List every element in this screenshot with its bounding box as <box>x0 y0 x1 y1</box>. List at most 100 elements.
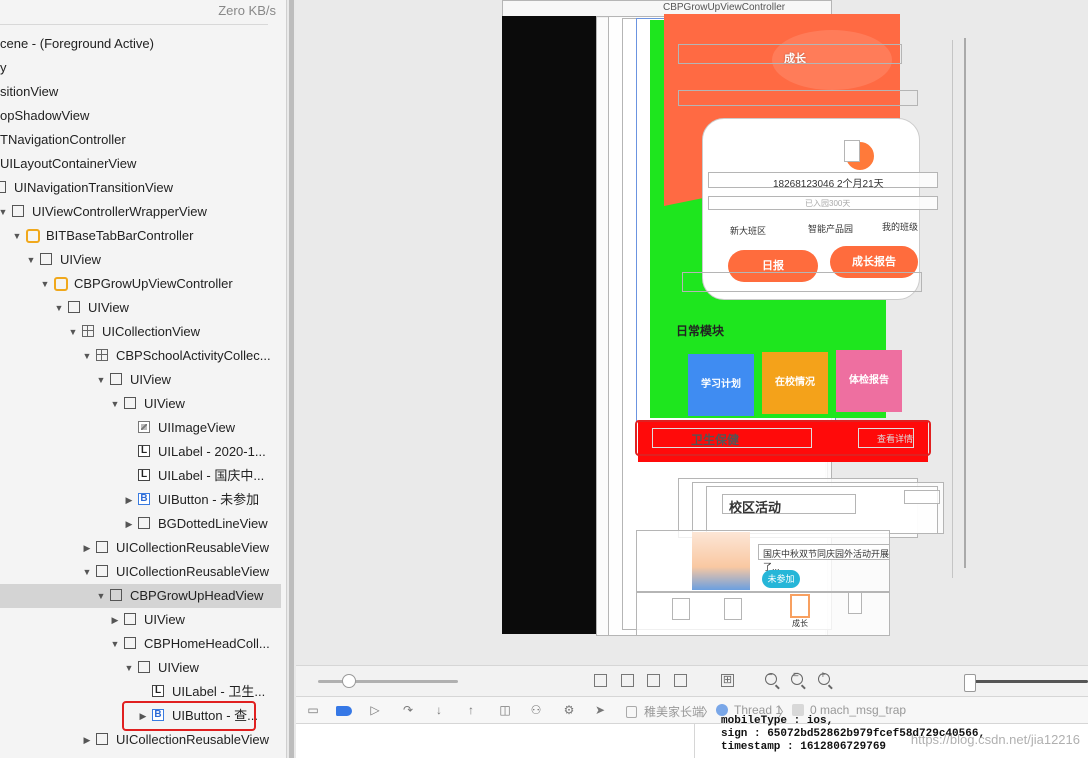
hierarchy-row[interactable]: UINavigationTransitionView <box>0 176 286 200</box>
hierarchy-row[interactable]: opShadowView <box>0 104 286 128</box>
environment-overrides-icon[interactable]: ⚙ <box>562 703 576 717</box>
hierarchy-row-label: UIView <box>130 372 171 387</box>
hierarchy-row[interactable]: ▼ UIView <box>0 392 286 416</box>
disclosure-expanded-icon[interactable]: ▼ <box>12 224 22 248</box>
hierarchy-row[interactable]: ▼ CBPHomeHeadColl... <box>0 632 286 656</box>
view-icon <box>96 565 108 577</box>
tab-icon-frame[interactable] <box>848 592 862 614</box>
zoom-actual-icon[interactable]: = <box>791 670 803 685</box>
tile-school-status[interactable]: 在校情况 <box>762 352 828 414</box>
view-debugger-canvas[interactable]: CBPGrowUpViewController 成长 18268123046 2… <box>296 0 1088 665</box>
hierarchy-row[interactable]: ▼ UIView <box>0 248 286 272</box>
zoom-in-icon[interactable]: + <box>818 670 830 685</box>
hierarchy-row[interactable]: ▼ CBPSchoolActivityCollec... <box>0 344 286 368</box>
hierarchy-row[interactable]: UILayoutContainerView <box>0 152 286 176</box>
activity-status-button[interactable]: 未参加 <box>762 570 800 588</box>
show-constraints-icon[interactable] <box>621 674 634 687</box>
view-icon <box>110 373 122 385</box>
disclosure-expanded-icon[interactable]: ▼ <box>0 200 8 224</box>
hierarchy-row[interactable]: ▼ CBPGrowUpViewController <box>0 272 286 296</box>
hierarchy-row[interactable]: ▼ UIView <box>0 656 286 680</box>
hide-debug-area-icon[interactable]: ▭ <box>306 703 320 717</box>
hierarchy-row[interactable]: L UILabel - 国庆中... <box>0 464 286 488</box>
location-icon[interactable]: ➤ <box>593 703 607 717</box>
hierarchy-row[interactable]: ▼ UICollectionReusableView <box>0 560 286 584</box>
view-icon <box>68 301 80 313</box>
disclosure-expanded-icon[interactable]: ▼ <box>110 392 120 416</box>
continue-icon[interactable]: ▷ <box>368 703 382 717</box>
spacing-slider-track[interactable] <box>318 680 458 683</box>
disclosure-expanded-icon[interactable]: ▼ <box>110 632 120 656</box>
divider <box>0 24 268 25</box>
hierarchy-row[interactable]: ▼ UIView <box>0 368 286 392</box>
disclosure-expanded-icon[interactable]: ▼ <box>96 368 106 392</box>
step-over-icon[interactable]: ↷ <box>401 703 415 717</box>
tag-label: 智能产品园 <box>808 224 854 234</box>
tab-icon-growth[interactable] <box>790 594 810 618</box>
hierarchy-row-label: CBPGrowUpHeadView <box>130 588 264 603</box>
spacing-slider-knob[interactable] <box>342 674 356 688</box>
range-slider-track[interactable] <box>970 680 1088 683</box>
breakpoints-toggle-icon[interactable] <box>336 706 352 716</box>
zoom-out-icon[interactable]: − <box>765 670 777 685</box>
disclosure-collapsed-icon[interactable]: ▶ <box>110 608 120 632</box>
step-out-icon[interactable]: ↑ <box>464 703 478 717</box>
memory-graph-icon[interactable]: ⚇ <box>529 703 543 717</box>
hierarchy-row[interactable]: TNavigationController <box>0 128 286 152</box>
hierarchy-row[interactable]: ▶ B UIButton - 未参加 <box>0 488 286 512</box>
clip-content-icon[interactable] <box>594 674 607 687</box>
hierarchy-row[interactable]: ▼ UICollectionView <box>0 320 286 344</box>
range-slider-handle[interactable] <box>964 674 976 692</box>
disclosure-collapsed-icon[interactable]: ▶ <box>82 728 92 752</box>
disclosure-collapsed-icon[interactable]: ▶ <box>124 512 134 536</box>
disclosure-collapsed-icon[interactable]: ▶ <box>124 488 134 512</box>
campus-title: 校区活动 <box>729 500 782 515</box>
hierarchy-row-label: opShadowView <box>0 108 90 123</box>
orient-3d-icon[interactable]: ⊞ <box>721 674 734 687</box>
collection-view-icon <box>82 325 94 337</box>
hierarchy-row[interactable]: ▼ BITBaseTabBarController <box>0 224 286 248</box>
disclosure-expanded-icon[interactable]: ▼ <box>54 296 64 320</box>
hierarchy-row[interactable]: ▶ UICollectionReusableView <box>0 728 286 752</box>
hierarchy-row[interactable]: sitionView <box>0 80 286 104</box>
account-text: 18268123046 2个月21天 <box>773 179 884 190</box>
hierarchy-row[interactable]: ▶ UIView <box>0 608 286 632</box>
hierarchy-row[interactable]: ▶ BGDottedLineView <box>0 512 286 536</box>
wire-outline <box>682 272 922 292</box>
contents-icon[interactable] <box>674 674 687 687</box>
disclosure-expanded-icon[interactable]: ▼ <box>26 248 36 272</box>
view-icon <box>124 613 136 625</box>
view-controller-icon <box>54 277 68 291</box>
hierarchy-row[interactable]: UIImageView <box>0 416 286 440</box>
hierarchy-row[interactable]: ▼ CBPGrowUpHeadView <box>0 584 281 608</box>
hierarchy-row-label: UIView <box>144 612 185 627</box>
disclosure-expanded-icon[interactable]: ▼ <box>124 656 134 680</box>
hierarchy-row[interactable]: ▼ UIView <box>0 296 286 320</box>
variables-console-divider[interactable] <box>694 724 695 758</box>
disclosure-expanded-icon[interactable]: ▼ <box>68 320 78 344</box>
tab-icon-frame[interactable] <box>672 598 690 620</box>
hierarchy-row[interactable]: L UILabel - 2020-1... <box>0 440 286 464</box>
hierarchy-row[interactable]: y <box>0 56 286 80</box>
tile-health-report[interactable]: 体检报告 <box>836 350 902 412</box>
disclosure-expanded-icon[interactable]: ▼ <box>96 584 106 608</box>
disclosure-expanded-icon[interactable]: ▼ <box>40 272 50 296</box>
hierarchy-row[interactable]: cene - (Foreground Active) <box>0 32 286 56</box>
disclosure-expanded-icon[interactable]: ▼ <box>82 560 92 584</box>
disclosure-collapsed-icon[interactable]: ▶ <box>82 536 92 560</box>
step-into-icon[interactable]: ↓ <box>432 703 446 717</box>
wireframe-icon[interactable] <box>647 674 660 687</box>
hierarchy-row-label: UICollectionReusableView <box>116 540 269 555</box>
hierarchy-row[interactable]: ▶ UICollectionReusableView <box>0 536 286 560</box>
hierarchy-row-label: sitionView <box>0 84 59 99</box>
wire-outline <box>904 490 940 504</box>
hierarchy-row[interactable]: ▼ UIViewControllerWrapperView <box>0 200 286 224</box>
debug-view-hierarchy-icon[interactable]: ◫ <box>498 703 512 717</box>
split-view-divider[interactable] <box>286 0 296 758</box>
tab-icon-frame[interactable] <box>724 598 742 620</box>
breadcrumb-app[interactable]: 稚美家长端 <box>644 703 704 720</box>
tile-study-plan[interactable]: 学习计划 <box>688 354 754 416</box>
disclosure-expanded-icon[interactable]: ▼ <box>82 344 92 368</box>
hierarchy-row-label: BGDottedLineView <box>158 516 268 531</box>
hierarchy-row-label: UIImageView <box>158 420 236 435</box>
